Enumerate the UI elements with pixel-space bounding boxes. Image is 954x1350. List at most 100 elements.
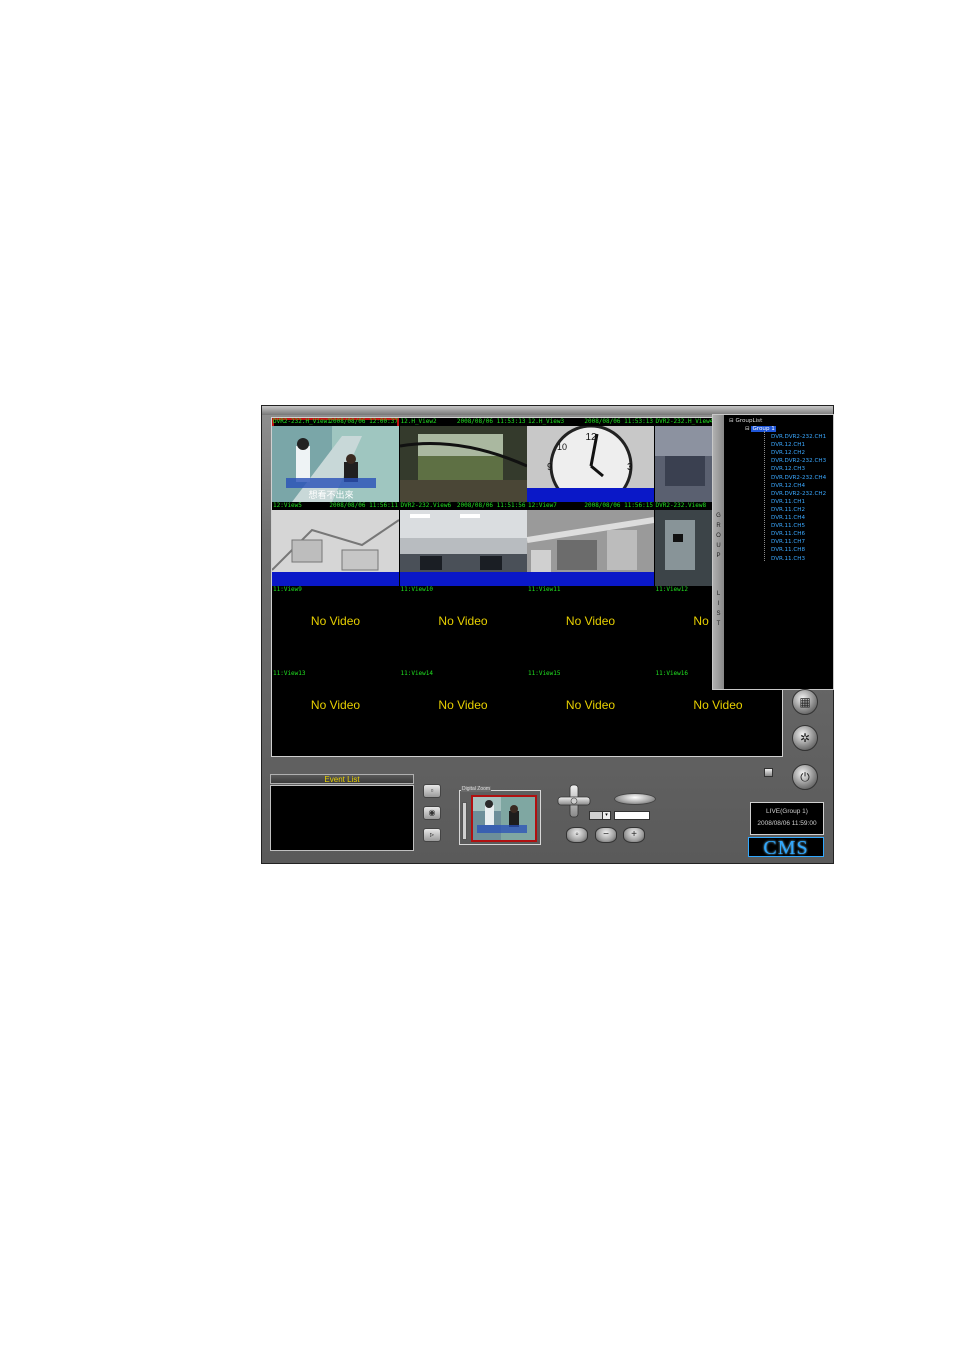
video-feed-image <box>399 426 527 502</box>
camera-timestamp: 2008/08/06 11:51:56 <box>456 502 526 509</box>
cell-header: DVR2-232.H_View1 2008/08/06 12:00:37 <box>272 418 399 426</box>
camera-name: 12.H_View2 <box>400 418 437 425</box>
video-cell[interactable]: 12:View7 2008/08/06 11:56:15 <box>527 502 654 586</box>
preset-input[interactable] <box>614 811 650 820</box>
goto-icon: ◦ <box>575 829 579 840</box>
tree-channel-item[interactable]: DVR.11.CH1 <box>771 498 805 506</box>
camera-timestamp: 2008/08/06 11:53:13 <box>456 418 526 425</box>
no-video-label: No Video <box>438 698 488 712</box>
digital-zoom-label: Digital Zoom <box>461 786 492 792</box>
tree-channel-item[interactable]: DVR.12.CH2 <box>771 449 805 457</box>
video-status-bar <box>527 572 654 586</box>
tree-channel-item[interactable]: DVR.11.CH8 <box>771 546 805 554</box>
digital-zoom-preview[interactable] <box>471 795 537 842</box>
camera-icon: ▫ <box>430 786 434 795</box>
zoom-in-button[interactable]: + <box>623 827 645 843</box>
status-display: LIVE(Group 1) 2008/08/06 11:59:00 <box>750 802 824 835</box>
video-cell[interactable]: 12 3 9 10 12.H_View3 2008/08/06 11:53:13 <box>527 418 654 502</box>
event-list-title: Event List <box>270 774 414 784</box>
video-cell[interactable]: No Video 11:View10 <box>400 586 527 670</box>
chevron-down-icon: ▾ <box>602 812 610 819</box>
video-cell[interactable]: 想看不出來 DVR2-232.H_View1 2008/08/06 12:00:37 <box>272 418 399 502</box>
layout-button[interactable]: ▦ <box>792 689 818 715</box>
group-list-tab-letter: L <box>716 591 721 597</box>
power-button[interactable]: ⏻ <box>792 764 818 790</box>
svg-text:10: 10 <box>557 442 567 452</box>
tree-connector <box>764 431 765 561</box>
settings-button[interactable]: ✲ <box>792 725 818 751</box>
camera-name: 11:View10 <box>400 586 434 593</box>
cms-window: 想看不出來 DVR2-232.H_View1 2008/08/06 12:00:37… <box>261 405 834 864</box>
group-list-panel: GROUPLIST ⊟ GroupList ⊟ Group 1 DVR.DVR2-2… <box>712 414 834 690</box>
cell-header: 11:View10 <box>400 586 527 594</box>
video-cell[interactable]: No Video 11:View9 <box>272 586 399 670</box>
tree-channel-item[interactable]: DVR.11.CH2 <box>771 506 805 514</box>
video-cell[interactable]: DVR2-232.View6 2008/08/06 11:51:56 <box>399 502 527 586</box>
collapse-icon: ⊟ <box>729 418 734 424</box>
snapshot-button[interactable]: ▫ <box>423 784 441 798</box>
ptz-speed-button[interactable] <box>614 793 656 805</box>
cell-header: 11:View9 <box>272 586 399 594</box>
cell-header: 11:View11 <box>527 586 654 594</box>
video-status-bar <box>527 488 654 502</box>
tree-channel-item[interactable]: DVR.11.CH7 <box>771 538 805 546</box>
tree-group-1[interactable]: ⊟ Group 1 <box>745 425 776 433</box>
preset-select[interactable]: ▾ <box>589 811 611 820</box>
cell-header: 11:View15 <box>527 670 654 678</box>
tree-channel-item[interactable]: DVR.11.CH3 <box>771 555 805 563</box>
group-list-tab-letter: O <box>716 533 721 539</box>
cell-header: 12:View5 2008/08/06 11:56:11 <box>272 502 399 510</box>
small-toggle-button[interactable] <box>764 768 773 777</box>
plus-icon: + <box>631 829 637 840</box>
tree-channel-item[interactable]: DVR.11.CH6 <box>771 530 805 538</box>
tree-channel-item[interactable]: DVR.12.CH3 <box>771 465 805 473</box>
tree-root-label: GroupList <box>735 418 763 424</box>
tree-channel-item[interactable]: DVR.12.CH4 <box>771 482 805 490</box>
tree-channel-item[interactable]: DVR.DVR2-232.CH4 <box>771 474 826 482</box>
settings-icon: ✲ <box>799 731 811 745</box>
video-cell[interactable]: No Video 11:View11 <box>527 586 654 670</box>
camera-name: 11:View13 <box>273 670 306 677</box>
camera-name: DVR2-232.View6 <box>400 502 452 509</box>
record-button[interactable]: ◉ <box>423 806 441 820</box>
tree-channel-item[interactable]: DVR.DVR2-232.CH2 <box>771 490 826 498</box>
no-video-label: No Video <box>565 614 616 628</box>
group-list-tab-letter: U <box>716 543 721 549</box>
camera-name: DVR2-232.View8 <box>655 502 707 509</box>
cell-header: 11:View13 <box>272 670 399 678</box>
tree-channel-item[interactable]: DVR.12.CH1 <box>771 441 805 449</box>
power-icon: ⏻ <box>800 770 810 784</box>
video-cell[interactable]: No Video 11:View14 <box>400 670 527 754</box>
collapse-icon: ⊟ <box>745 426 750 432</box>
cell-header: DVR2-232.View6 2008/08/06 11:51:56 <box>400 502 527 510</box>
video-subtitle: 想看不出來 <box>308 489 353 500</box>
ptz-direction-pad[interactable] <box>557 784 591 818</box>
zoom-out-button[interactable]: − <box>595 827 617 843</box>
event-list[interactable] <box>270 785 414 851</box>
group-list-tab[interactable]: GROUP LIST <box>713 415 724 689</box>
camera-name: DVR2-232.H_View1 <box>273 418 331 425</box>
video-cell[interactable]: No Video 11:View15 <box>527 670 654 754</box>
playback-button[interactable]: ▹ <box>423 828 441 842</box>
video-cell[interactable]: 12.H_View2 2008/08/06 11:53:13 <box>399 418 527 502</box>
tree-channel-item[interactable]: DVR.11.CH4 <box>771 514 805 522</box>
tree-channel-item[interactable]: DVR.11.CH5 <box>771 522 805 530</box>
zoom-slider[interactable] <box>462 802 467 840</box>
tree-channel-item[interactable]: DVR.DVR2-232.CH1 <box>771 433 826 441</box>
ptz-goto-button[interactable]: ◦ <box>566 827 588 843</box>
cell-header: 11:View14 <box>400 670 527 678</box>
video-wall: 想看不出來 DVR2-232.H_View1 2008/08/06 12:00:37… <box>271 417 783 757</box>
tree-root-groups[interactable]: ⊟ GroupList <box>729 417 762 425</box>
camera-name: 11:View14 <box>400 670 434 677</box>
playback-icon: ▹ <box>429 830 434 839</box>
camera-timestamp: 2008/08/06 11:56:15 <box>584 502 653 509</box>
video-cell[interactable]: 12:View5 2008/08/06 11:56:11 <box>272 502 399 586</box>
camera-name: 11:View12 <box>655 586 689 593</box>
group-list-tab-letter: R <box>716 523 721 529</box>
video-cell[interactable]: No Video 11:View13 <box>272 670 399 754</box>
camera-name: 12:View5 <box>273 502 302 509</box>
camera-name: 11:View16 <box>655 670 689 677</box>
tree-channel-item[interactable]: DVR.DVR2-232.CH3 <box>771 457 826 465</box>
group-list-tab-letter: I <box>717 601 720 607</box>
group-list-tab-letter: P <box>716 553 721 559</box>
